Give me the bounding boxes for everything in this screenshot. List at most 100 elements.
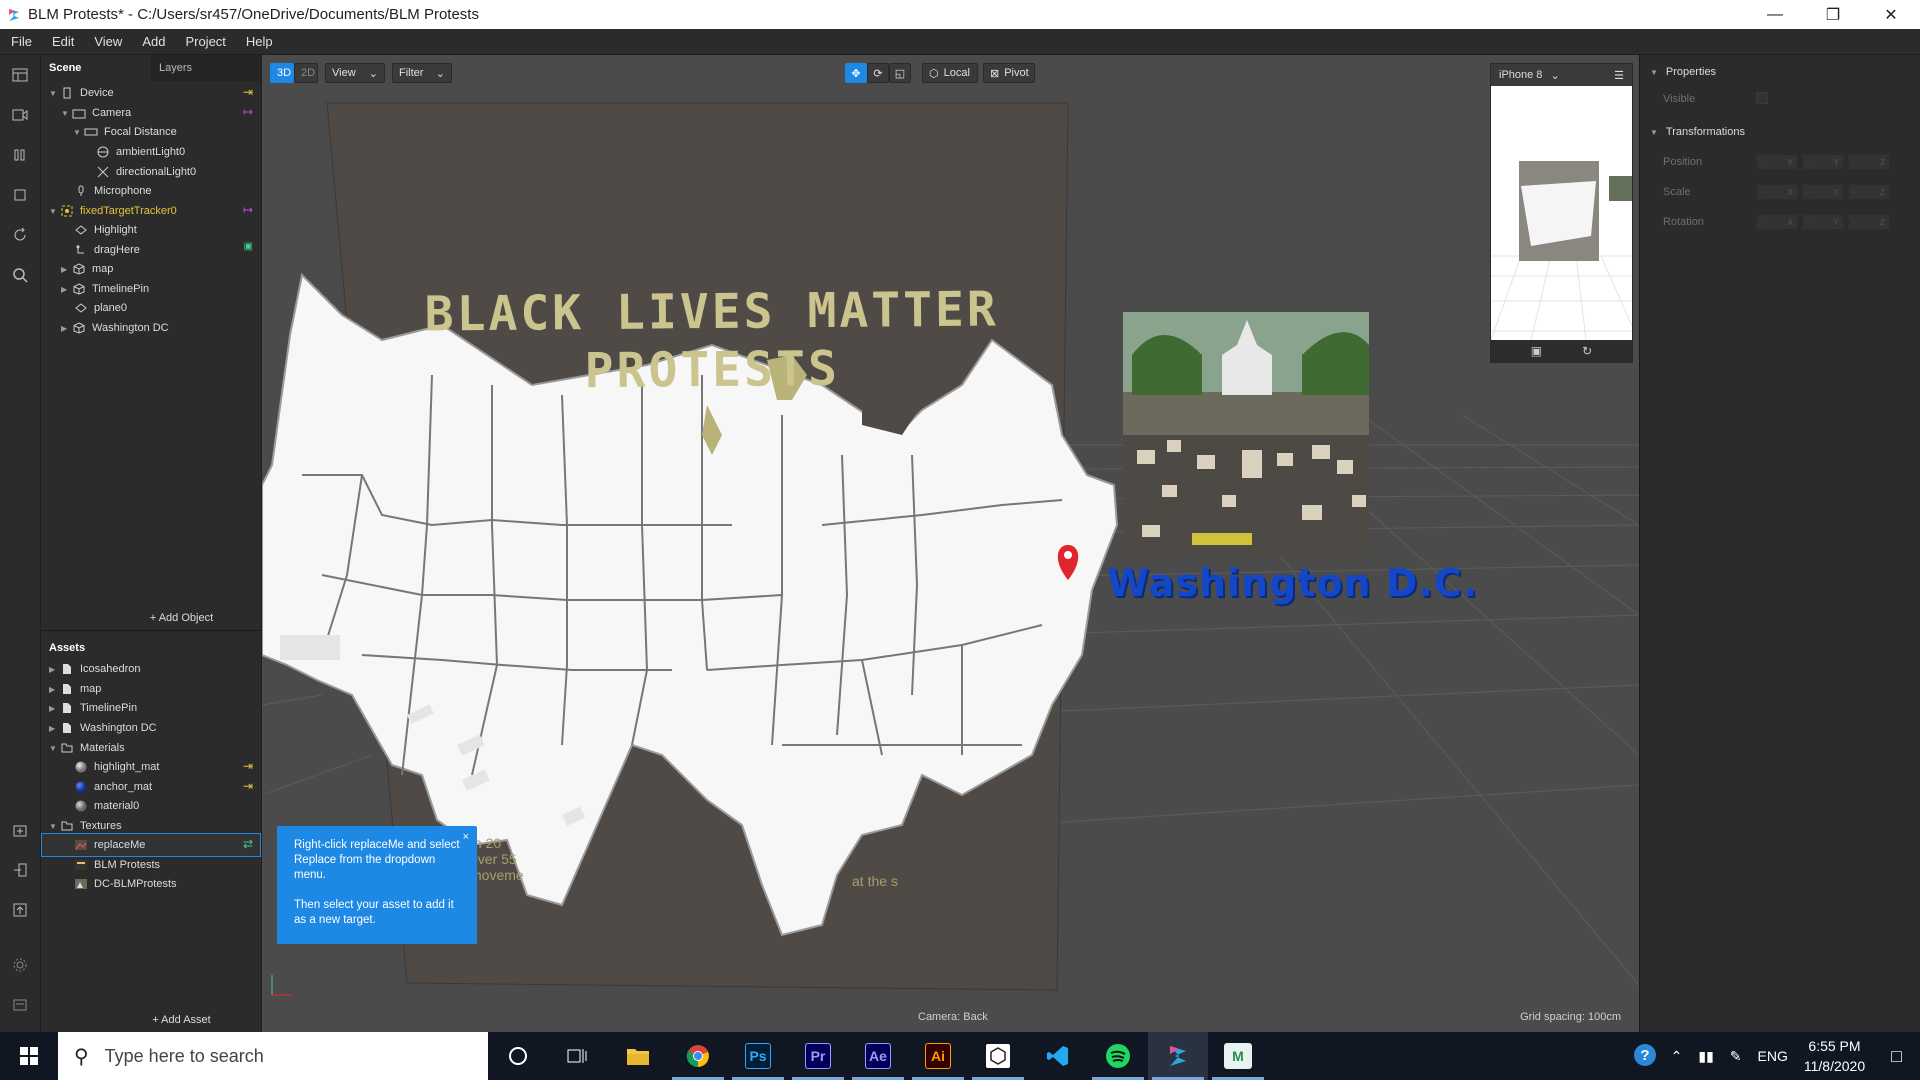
script-badge-icon[interactable]: ▣ — [244, 241, 253, 252]
tracker-link-icon[interactable]: ⇥ — [243, 85, 253, 99]
scene-item-device[interactable]: ▼ Device — [49, 82, 114, 104]
chevron-right-icon[interactable]: ▶ — [49, 724, 59, 733]
chrome-icon[interactable] — [668, 1032, 728, 1080]
scale-x-field[interactable]: -X — [1756, 184, 1798, 200]
chevron-down-icon[interactable]: ▼ — [49, 744, 59, 753]
asset-item-icosahedron[interactable]: ▶ Icosahedron — [49, 658, 141, 680]
local-button[interactable]: ⬡ Local — [922, 63, 978, 83]
tracker-link-icon[interactable]: ⇥ — [243, 759, 253, 773]
taskbar-search[interactable]: ⚲ Type here to search — [58, 1032, 488, 1080]
mode-3d-button[interactable]: 3D — [270, 63, 294, 83]
close-button[interactable]: ✕ — [1862, 0, 1920, 29]
scene-item-washington-dc[interactable]: ▶ Washington DC — [61, 317, 169, 339]
asset-item-timeline-pin[interactable]: ▶ TimelinePin — [49, 697, 137, 719]
scale-y-field[interactable]: -Y — [1802, 184, 1844, 200]
position-x-field[interactable]: -X — [1756, 154, 1798, 170]
scene-item-highlight[interactable]: Highlight — [73, 219, 137, 241]
device-selector[interactable]: iPhone 8 ⌄ ☰ — [1491, 64, 1632, 86]
chevron-right-icon[interactable]: ▶ — [61, 285, 71, 294]
minimize-button[interactable]: — — [1746, 0, 1804, 29]
device-preview[interactable]: iPhone 8 ⌄ ☰ ▣ ↻ — [1490, 63, 1633, 363]
file-explorer-icon[interactable] — [608, 1032, 668, 1080]
transformations-header[interactable]: ▼ Transformations — [1650, 126, 1745, 138]
add-asset-button[interactable]: + Add Asset — [41, 1014, 262, 1026]
stop-icon[interactable] — [10, 185, 30, 205]
rotation-y-field[interactable]: -Y — [1802, 214, 1844, 230]
view-dropdown[interactable]: View ⌄ — [325, 63, 385, 83]
tab-layers[interactable]: Layers — [151, 55, 261, 81]
menu-project[interactable]: Project — [174, 34, 234, 49]
battery-icon[interactable]: ▮▮ — [1698, 1048, 1713, 1065]
pause-icon[interactable] — [10, 145, 30, 165]
vscode-icon[interactable] — [1028, 1032, 1088, 1080]
visible-checkbox[interactable] — [1756, 92, 1768, 104]
m-app-icon[interactable]: M — [1208, 1032, 1268, 1080]
send-to-device-icon[interactable] — [10, 860, 30, 880]
clock[interactable]: 6:55 PM 11/8/2020 — [1804, 1036, 1865, 1076]
search-icon[interactable] — [10, 265, 30, 285]
menu-edit[interactable]: Edit — [41, 34, 83, 49]
rotate-tool-icon[interactable]: ⟳ — [867, 63, 889, 83]
replace-arrows-icon[interactable]: ⇄ — [243, 837, 253, 851]
layout-icon[interactable] — [10, 65, 30, 85]
chevron-right-icon[interactable]: ▶ — [49, 704, 59, 713]
unity-icon[interactable] — [968, 1032, 1028, 1080]
chevron-right-icon[interactable]: ▶ — [61, 324, 71, 333]
scale-tool-icon[interactable]: ◱ — [889, 63, 911, 83]
illustrator-icon[interactable]: Ai — [908, 1032, 968, 1080]
pen-icon[interactable]: ✎ — [1730, 1048, 1742, 1065]
menu-view[interactable]: View — [83, 34, 131, 49]
notification-icon[interactable]: □ — [1891, 1046, 1902, 1067]
asset-item-washington-dc[interactable]: ▶ Washington DC — [49, 717, 157, 739]
link-icon[interactable]: ↦ — [243, 105, 253, 119]
menu-file[interactable]: File — [0, 34, 41, 49]
rotation-x-field[interactable]: -X — [1756, 214, 1798, 230]
rotate-device-icon[interactable]: ↻ — [1582, 344, 1592, 358]
premiere-icon[interactable]: Pr — [788, 1032, 848, 1080]
close-icon[interactable]: × — [463, 830, 469, 845]
chevron-right-icon[interactable]: ▶ — [61, 265, 71, 274]
windows-start-icon[interactable] — [0, 1032, 58, 1080]
menu-help[interactable]: Help — [235, 34, 282, 49]
task-view-icon[interactable] — [548, 1032, 608, 1080]
scene-item-focal-distance[interactable]: ▼ Focal Distance — [73, 121, 177, 143]
filter-dropdown[interactable]: Filter ⌄ — [392, 63, 452, 83]
chevron-right-icon[interactable]: ▶ — [49, 685, 59, 694]
pivot-button[interactable]: ⊠ Pivot — [983, 63, 1035, 83]
maximize-button[interactable]: ❐ — [1804, 0, 1862, 29]
chevron-down-icon[interactable]: ▼ — [61, 109, 71, 118]
properties-header[interactable]: ▼ Properties — [1650, 66, 1716, 78]
move-tool-icon[interactable]: ✥ — [845, 63, 867, 83]
rotation-z-field[interactable]: -Z — [1848, 214, 1890, 230]
settings-icon[interactable] — [10, 955, 30, 975]
hamburger-menu-icon[interactable]: ☰ — [1614, 69, 1624, 82]
cortana-icon[interactable] — [488, 1032, 548, 1080]
screenshot-icon[interactable]: ▣ — [1531, 344, 1542, 358]
console-icon[interactable] — [10, 995, 30, 1015]
chevron-down-icon[interactable]: ▼ — [49, 89, 59, 98]
spotify-icon[interactable] — [1088, 1032, 1148, 1080]
tab-scene[interactable]: Scene — [41, 55, 151, 81]
mode-2d-button[interactable]: 2D — [294, 63, 318, 83]
asset-item-dc-blm-protests[interactable]: DC-BLMProtests — [73, 873, 177, 895]
chevron-right-icon[interactable]: ▶ — [49, 665, 59, 674]
link-icon[interactable]: ↦ — [243, 203, 253, 217]
chevron-down-icon[interactable]: ▼ — [73, 128, 83, 137]
chevron-down-icon[interactable]: ▼ — [49, 822, 59, 831]
chevron-up-icon[interactable]: ⌃ — [1671, 1048, 1683, 1065]
add-object-button[interactable]: + Add Object — [41, 612, 262, 624]
location-label[interactable]: Washington D.C. — [1107, 561, 1478, 605]
language-indicator[interactable]: ENG — [1758, 1048, 1788, 1064]
scene-item-plane0[interactable]: plane0 — [73, 297, 127, 319]
help-icon[interactable]: ? — [1633, 1043, 1657, 1070]
after-effects-icon[interactable]: Ae — [848, 1032, 908, 1080]
position-z-field[interactable]: -Z — [1848, 154, 1890, 170]
tracker-link-icon[interactable]: ⇥ — [243, 779, 253, 793]
timeline-pin-block[interactable] — [280, 635, 340, 660]
asset-item-material0[interactable]: material0 — [73, 795, 139, 817]
photoshop-icon[interactable]: Ps — [728, 1032, 788, 1080]
menu-add[interactable]: Add — [131, 34, 174, 49]
scene-item-ambient-light[interactable]: ambientLight0 — [95, 141, 185, 163]
refresh-icon[interactable] — [10, 225, 30, 245]
asset-item-highlight-mat[interactable]: highlight_mat — [73, 756, 159, 778]
